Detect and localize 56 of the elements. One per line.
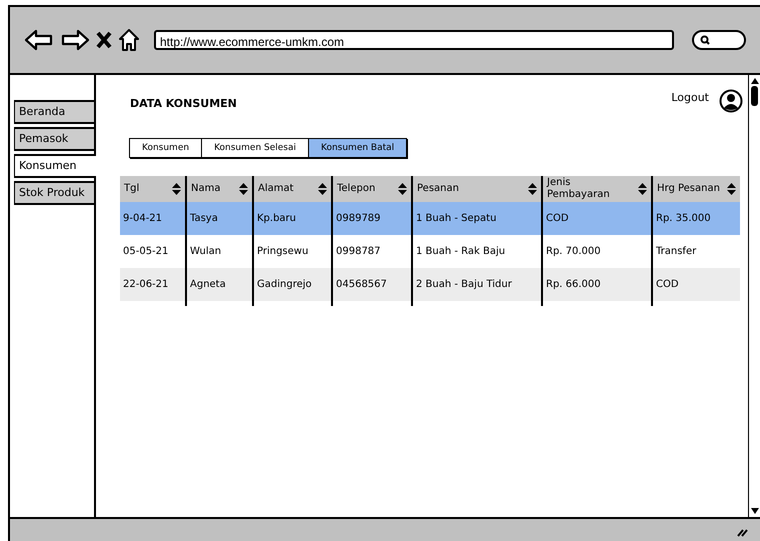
tab[interactable]: Konsumen [129,138,202,158]
back-icon[interactable] [24,29,54,51]
table-cell: 2 Buah - Baju Tidur [412,268,542,301]
tab[interactable]: Konsumen Selesai [202,138,309,158]
address-field[interactable]: http://www.ecommerce-umkm.com [154,30,674,50]
table-cell: COD [652,268,740,301]
sort-icon[interactable] [727,183,736,195]
sidebar-item[interactable]: Beranda [14,100,96,124]
table-cell: 05-05-21 [120,235,186,268]
sort-icon[interactable] [239,183,248,195]
scroll-up-icon[interactable] [750,77,760,85]
table-cell: 0998787 [332,235,412,268]
table-cell: Pringsewu [253,235,332,268]
page-title: DATA KONSUMEN [130,97,237,110]
sort-icon[interactable] [528,183,537,195]
tab[interactable]: Konsumen Batal [309,138,408,158]
table-cell: 04568567 [332,268,412,301]
forward-icon[interactable] [60,29,90,51]
column-header[interactable]: Jenis Pembayaran [542,176,652,202]
sidebar-item[interactable]: Stok Produk [14,181,96,205]
table-cell: 0989789 [332,202,412,235]
table-cell: Rp. 35.000 [652,202,740,235]
close-icon[interactable] [96,31,112,49]
column-header[interactable]: Telepon [332,176,412,202]
sidebar-item[interactable]: Konsumen [14,154,96,178]
table-cell: COD [542,202,652,235]
sidebar-item[interactable]: Pemasok [14,127,96,151]
table-cell: Transfer [652,235,740,268]
user-avatar-icon[interactable] [719,89,743,113]
sort-icon[interactable] [638,183,647,195]
table-cell: 9-04-21 [120,202,186,235]
scroll-thumb[interactable] [751,86,758,106]
home-icon[interactable] [118,28,140,52]
table-cell: 1 Buah - Rak Baju [412,235,542,268]
column-header[interactable]: Pesanan [412,176,542,202]
scroll-down-icon[interactable] [750,507,760,515]
search-field[interactable] [692,30,746,50]
table-cell: Kp.baru [253,202,332,235]
sort-icon[interactable] [398,183,407,195]
column-header[interactable]: Hrg Pesanan [652,176,740,202]
column-header[interactable]: Tgl [120,176,186,202]
sort-icon[interactable] [318,183,327,195]
table-cell: Gadingrejo [253,268,332,301]
table-cell: Rp. 70.000 [542,235,652,268]
column-header[interactable]: Nama [186,176,253,202]
table-cell: 22-06-21 [120,268,186,301]
column-header[interactable]: Alamat [253,176,332,202]
sort-icon[interactable] [172,183,181,195]
table-cell: Tasya [186,202,253,235]
scrollbar[interactable] [748,75,760,517]
table-cell: Wulan [186,235,253,268]
search-icon [700,35,710,45]
table-cell: Rp. 66.000 [542,268,652,301]
table-cell: Agneta [186,268,253,301]
logout-link[interactable]: Logout [671,91,709,104]
table-cell: 1 Buah - Sepatu [412,202,542,235]
